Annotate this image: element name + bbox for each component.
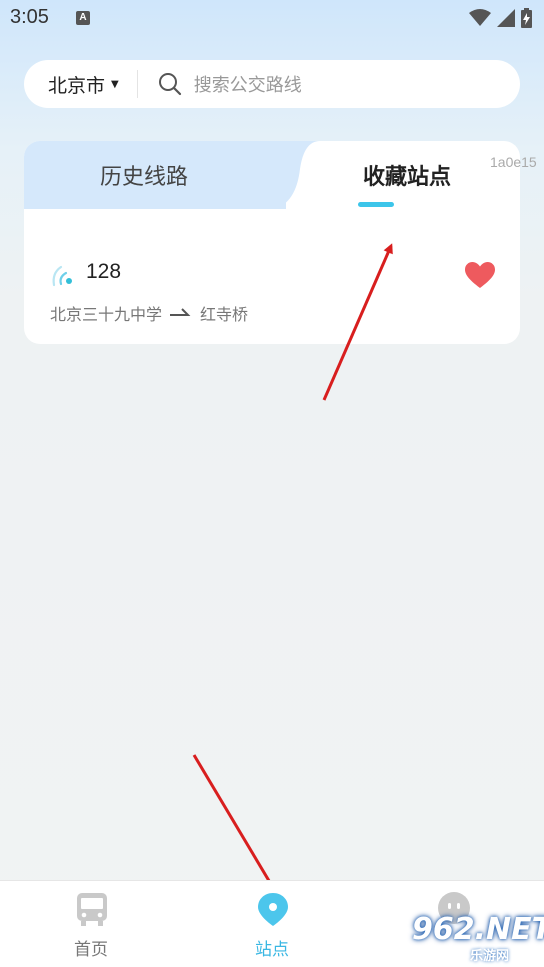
arrow-right-icon	[170, 308, 191, 316]
status-bar: 3:05 A	[0, 0, 544, 38]
heart-icon[interactable]	[465, 262, 495, 289]
divider	[136, 70, 138, 98]
bus-icon	[77, 893, 107, 926]
signal-icon	[497, 9, 515, 27]
wifi-icon	[469, 9, 491, 26]
favorite-route-row[interactable]: 128 北京三十九中学 红寺桥	[24, 209, 520, 344]
route-number: 128	[86, 260, 122, 283]
status-time: 3:05	[10, 6, 49, 28]
search-input[interactable]: 搜索公交路线	[194, 71, 302, 97]
watermark-brand: 962.NET	[412, 912, 544, 947]
debug-text: 1a0e15	[490, 154, 537, 170]
nav-home-label: 首页	[74, 940, 108, 960]
city-name: 北京市	[48, 74, 106, 97]
route-from-stop: 北京三十九中学	[50, 305, 163, 324]
search-bar: 北京市 ▼ 搜索公交路线	[24, 60, 520, 108]
tab-active-indicator	[358, 202, 394, 207]
watermark-logo: 962.NET 乐游网	[404, 912, 544, 964]
battery-charging-icon	[521, 8, 532, 28]
nav-stops[interactable]: 站点	[212, 881, 332, 967]
tab-history-routes[interactable]: 历史线路	[24, 141, 264, 209]
realtime-signal-icon	[52, 265, 72, 287]
status-icons	[469, 8, 532, 28]
location-pin-icon	[258, 893, 288, 926]
notification-a-icon: A	[76, 11, 90, 25]
city-picker[interactable]: 北京市 ▼	[24, 60, 119, 108]
tab-favorite-stops[interactable]: 收藏站点	[294, 141, 520, 209]
nav-stops-label: 站点	[255, 940, 289, 960]
watermark-sub: 乐游网	[470, 949, 510, 964]
caret-down-icon: ▼	[111, 78, 119, 90]
route-direction: 北京三十九中学 红寺桥	[50, 301, 248, 325]
search-icon[interactable]	[158, 72, 182, 96]
route-to-stop: 红寺桥	[200, 305, 249, 324]
nav-home[interactable]: 首页	[31, 881, 151, 967]
